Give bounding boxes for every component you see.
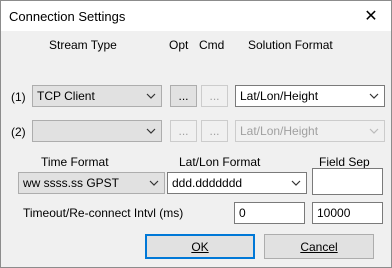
chevron-down-icon	[369, 93, 379, 99]
cancel-button-label: Cancel	[300, 239, 338, 254]
cmd-header: Cmd	[199, 38, 225, 52]
dialog-title: Connection Settings	[9, 9, 126, 24]
timeout-label: Timeout/Re-connect Intvl (ms)	[23, 206, 184, 220]
close-icon: ✕	[364, 8, 378, 25]
row1-label: (1)	[11, 90, 26, 104]
reconnect-interval-input[interactable]: 10000	[312, 202, 383, 224]
chevron-down-icon	[369, 128, 379, 134]
latlon-format-value: ddd.ddddddd	[172, 176, 243, 190]
time-format-header: Time Format	[41, 155, 109, 169]
solution-format-value-1: Lat/Lon/Height	[240, 89, 319, 103]
cancel-button[interactable]: Cancel	[264, 234, 374, 259]
ok-button[interactable]: OK	[145, 234, 255, 259]
solution-format-value-2: Lat/Lon/Height	[240, 124, 319, 138]
solution-format-header: Solution Format	[248, 38, 333, 52]
time-format-select[interactable]: ww ssss.ss GPST	[18, 172, 165, 194]
cmd-button-2[interactable]: ...	[201, 120, 228, 142]
title-bar: Connection Settings ✕	[1, 1, 391, 31]
timeout-input[interactable]: 0	[234, 202, 305, 224]
solution-format-select-1[interactable]: Lat/Lon/Height	[235, 85, 385, 107]
chevron-down-icon	[291, 180, 301, 186]
row2-label: (2)	[11, 125, 26, 139]
solution-format-select-2[interactable]: Lat/Lon/Height	[235, 120, 385, 142]
chevron-down-icon	[146, 93, 156, 99]
opt-button-1-label: ...	[178, 89, 189, 103]
cmd-button-2-label: ...	[209, 124, 220, 138]
latlon-format-select[interactable]: ddd.ddddddd	[167, 172, 307, 194]
time-format-value: ww ssss.ss GPST	[23, 176, 120, 190]
connection-settings-dialog: Connection Settings ✕ Stream Type Opt Cm…	[0, 0, 392, 268]
opt-button-2[interactable]: ...	[170, 120, 197, 142]
chevron-down-icon	[149, 180, 159, 186]
field-sep-input[interactable]	[312, 168, 383, 195]
latlon-format-header: Lat/Lon Format	[179, 155, 261, 169]
close-button[interactable]: ✕	[351, 1, 391, 31]
timeout-value: 0	[239, 206, 246, 220]
stream-type-select-2[interactable]	[32, 120, 162, 142]
reconnect-interval-value: 10000	[317, 206, 351, 220]
ok-button-label: OK	[191, 239, 209, 254]
chevron-down-icon	[146, 128, 156, 134]
cmd-button-1[interactable]: ...	[201, 85, 228, 107]
stream-type-header: Stream Type	[49, 38, 117, 52]
opt-button-1[interactable]: ...	[170, 85, 197, 107]
stream-type-value-1: TCP Client	[37, 89, 95, 103]
cmd-button-1-label: ...	[209, 89, 220, 103]
stream-type-select-1[interactable]: TCP Client	[32, 85, 162, 107]
field-sep-header: Field Sep	[319, 155, 370, 169]
opt-button-2-label: ...	[178, 124, 189, 138]
opt-header: Opt	[169, 38, 189, 52]
